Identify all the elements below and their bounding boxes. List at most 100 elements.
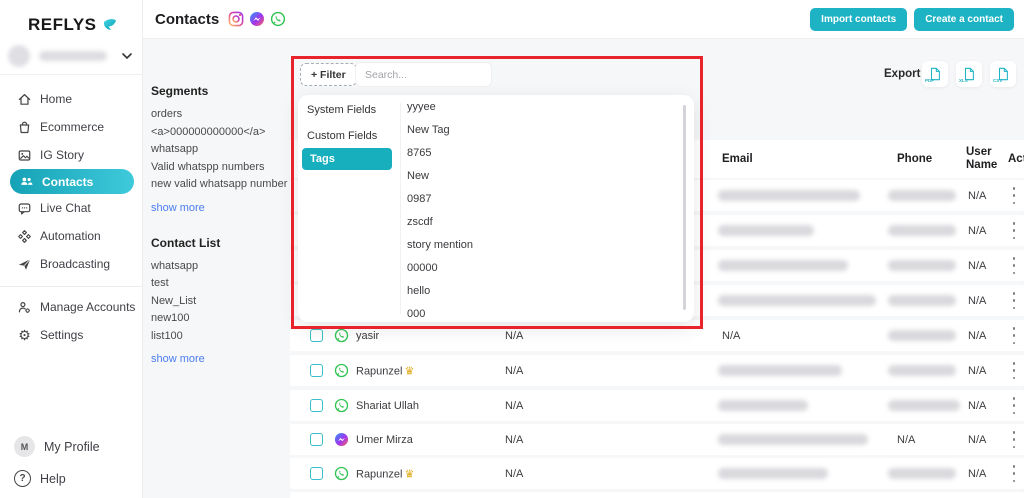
contact-name[interactable]: Rapunzel♛ xyxy=(356,364,414,377)
row-actions-kebab[interactable] xyxy=(1008,292,1020,309)
tag-option[interactable]: 000 xyxy=(407,302,425,325)
tag-option[interactable]: 8765 xyxy=(407,141,431,164)
gear-icon: ⚙ xyxy=(17,328,32,343)
sidebar-item-label: Automation xyxy=(40,229,101,243)
row-checkbox[interactable] xyxy=(310,433,323,446)
account-selector[interactable] xyxy=(0,38,142,75)
sidebar-item-ig-story[interactable]: IG Story xyxy=(0,141,142,169)
column-header-email: Email xyxy=(722,153,753,165)
create-contact-button[interactable]: Create a contact xyxy=(914,8,1014,31)
export-xls-button[interactable]: XLS xyxy=(956,61,982,87)
search-input[interactable] xyxy=(355,62,492,87)
table-row: Shariat Ullah N/A N/A xyxy=(290,390,1024,421)
user-name-cell: N/A xyxy=(968,365,986,377)
contact-name[interactable]: Shariat Ullah xyxy=(356,400,419,412)
whatsapp-icon xyxy=(334,328,349,343)
tag-option[interactable]: 00000 xyxy=(407,256,438,279)
panel-scrollbar[interactable] xyxy=(683,105,686,310)
whatsapp-icon xyxy=(334,363,349,378)
user-name-cell: N/A xyxy=(968,190,986,202)
row-actions-kebab[interactable] xyxy=(1008,431,1020,448)
row-checkbox[interactable] xyxy=(310,364,323,377)
my-profile-button[interactable]: M My Profile xyxy=(0,436,100,457)
row-actions-kebab[interactable] xyxy=(1008,257,1020,274)
brand-name: REFLYS xyxy=(28,15,97,35)
sidebar-item-label: Live Chat xyxy=(40,201,91,215)
row-checkbox[interactable] xyxy=(310,399,323,412)
row-actions-kebab[interactable] xyxy=(1008,187,1020,204)
help-button[interactable]: ? Help xyxy=(0,470,66,487)
filter-button[interactable]: + Filter xyxy=(300,63,357,86)
tag-option[interactable]: zscdf xyxy=(407,210,433,233)
phone-cell: N/A xyxy=(897,434,915,446)
sidebar-item-contacts[interactable]: Contacts xyxy=(10,169,134,194)
contact-list-item[interactable]: new100 xyxy=(151,310,289,328)
segment-item[interactable]: new valid whatsapp number xyxy=(151,176,289,194)
contact-list-item[interactable]: New_List xyxy=(151,293,289,311)
segments-show-more-link[interactable]: show more xyxy=(151,202,289,214)
main-topbar: Contacts Import contacts Create a contac… xyxy=(143,0,1024,39)
tag-option[interactable]: New Tag xyxy=(407,118,450,141)
row-checkbox[interactable] xyxy=(310,467,323,480)
sidebar-item-label: Contacts xyxy=(42,175,93,189)
middle-cell: N/A xyxy=(505,330,523,342)
tab-system-fields[interactable]: System Fields xyxy=(307,99,393,121)
sidebar-item-settings[interactable]: ⚙ Settings xyxy=(0,321,142,349)
sidebar-item-broadcasting[interactable]: Broadcasting xyxy=(0,250,142,278)
row-actions-kebab[interactable] xyxy=(1008,327,1020,344)
middle-cell: N/A xyxy=(505,365,523,377)
redacted-phone xyxy=(888,190,956,201)
contact-list-item[interactable]: list100 xyxy=(151,328,289,346)
manage-accounts-icon xyxy=(17,300,32,315)
sidebar-nav: Home Ecommerce IG Story Contacts Live Ch… xyxy=(0,75,142,349)
middle-cell: N/A xyxy=(505,434,523,446)
export-csv-button[interactable]: CSV xyxy=(990,61,1016,87)
sidebar-item-label: Settings xyxy=(40,328,83,342)
segment-item[interactable]: Valid whatspp numbers xyxy=(151,159,289,177)
tag-option[interactable]: story mention xyxy=(407,233,473,256)
row-checkbox[interactable] xyxy=(310,329,323,342)
contact-list-item[interactable]: whatsapp xyxy=(151,258,289,276)
tag-option[interactable]: 0987 xyxy=(407,187,431,210)
row-actions-kebab[interactable] xyxy=(1008,397,1020,414)
tag-option[interactable]: hello xyxy=(407,279,430,302)
table-row: yasir N/A N/A N/A xyxy=(290,320,1024,351)
segment-item[interactable]: whatsapp xyxy=(151,141,289,159)
contact-name[interactable]: Umer Mirza xyxy=(356,434,413,446)
row-actions-kebab[interactable] xyxy=(1008,222,1020,239)
middle-cell: N/A xyxy=(505,468,523,480)
redacted-phone xyxy=(888,400,960,411)
sidebar-item-automation[interactable]: Automation xyxy=(0,222,142,250)
sidebar-item-manage-accounts[interactable]: Manage Accounts xyxy=(0,293,142,321)
row-actions-kebab[interactable] xyxy=(1008,362,1020,379)
contact-name[interactable]: yasir xyxy=(356,330,379,342)
redacted-phone xyxy=(888,468,956,479)
sidebar-item-label: Manage Accounts xyxy=(40,300,135,314)
sidebar-item-ecommerce[interactable]: Ecommerce xyxy=(0,113,142,141)
page-title: Contacts xyxy=(155,11,219,28)
contacts-icon xyxy=(19,174,34,189)
my-profile-label: My Profile xyxy=(44,440,100,454)
segment-item[interactable]: orders xyxy=(151,106,289,124)
export-format-label: PDF xyxy=(925,78,934,83)
import-contacts-button[interactable]: Import contacts xyxy=(810,8,907,31)
image-icon xyxy=(17,148,32,163)
tag-option[interactable]: New xyxy=(407,164,429,187)
contact-list-item[interactable]: test xyxy=(151,275,289,293)
tab-tags[interactable]: Tags xyxy=(302,148,392,170)
sidebar-item-home[interactable]: Home xyxy=(0,85,142,113)
sidebar-item-live-chat[interactable]: Live Chat xyxy=(0,194,142,222)
export-pdf-button[interactable]: PDF xyxy=(922,61,948,87)
row-actions-kebab[interactable] xyxy=(1008,465,1020,482)
redacted-email xyxy=(718,468,828,479)
tab-custom-fields[interactable]: Custom Fields xyxy=(307,125,393,147)
sidebar-item-label: Home xyxy=(40,92,72,106)
contact-name[interactable]: Rapunzel♛ xyxy=(356,467,414,480)
sidebar-item-label: Ecommerce xyxy=(40,120,104,134)
contact-list-show-more-link[interactable]: show more xyxy=(151,353,289,365)
tag-option[interactable]: yyyee xyxy=(407,95,436,118)
export-format-label: CSV xyxy=(993,78,1002,83)
redacted-phone xyxy=(888,365,956,376)
segment-item[interactable]: <a>000000000000</a> xyxy=(151,124,289,142)
profile-avatar: M xyxy=(14,436,35,457)
